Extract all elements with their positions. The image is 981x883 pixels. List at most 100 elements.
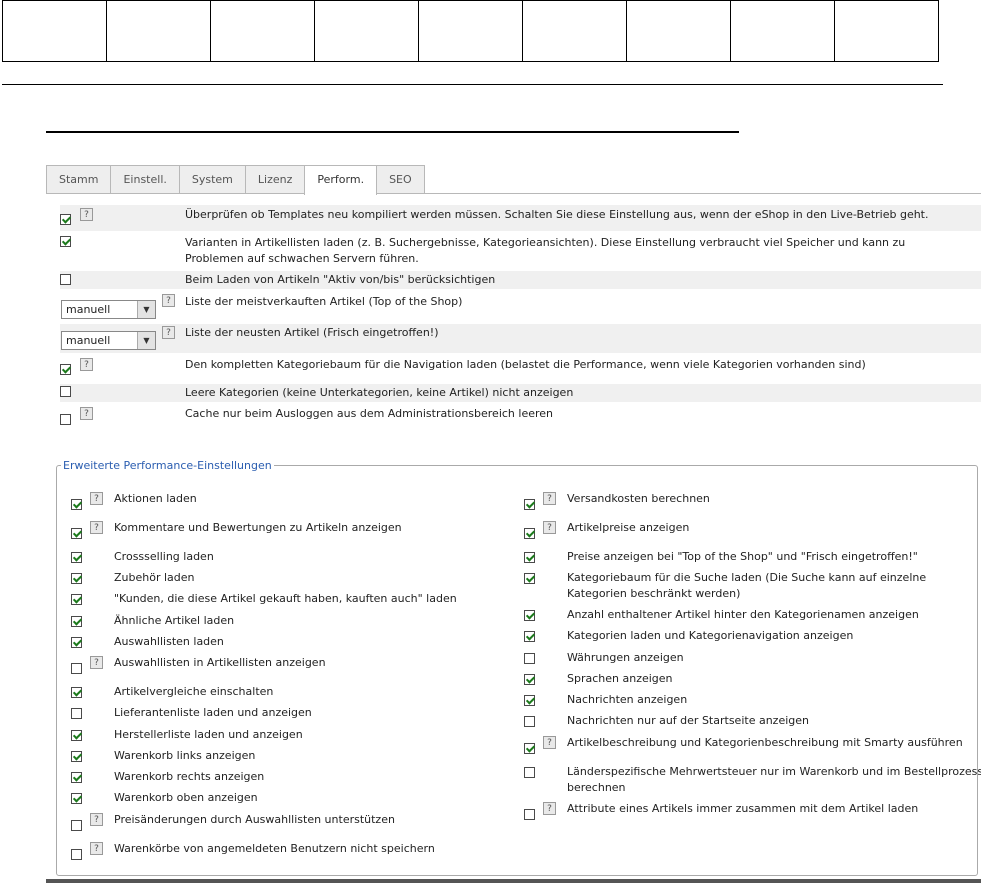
setting-label: Warenkorb oben anzeigen <box>114 791 258 804</box>
setting-row: Beim Laden von Artikeln "Aktiv von/bis" … <box>60 271 981 289</box>
setting-checkbox[interactable] <box>71 499 82 510</box>
setting-label: Sprachen anzeigen <box>567 672 673 685</box>
setting-label: Kategorien laden und Kategorienavigation… <box>567 629 854 642</box>
setting-checkbox[interactable] <box>71 528 82 539</box>
setting-checkbox[interactable] <box>524 767 535 778</box>
bottom-bar <box>46 879 981 883</box>
top-table <box>2 0 939 62</box>
setting-row: ? Den kompletten Kategoriebaum für die N… <box>60 356 981 381</box>
setting-checkbox[interactable] <box>71 573 82 584</box>
setting-label: Kategoriebaum für die Suche laden (Die S… <box>567 571 927 600</box>
setting-label: Warenkörbe von angemeldeten Benutzern ni… <box>114 842 435 855</box>
setting-label: Varianten in Artikellisten laden (z. B. … <box>185 236 906 265</box>
divider <box>2 84 943 85</box>
setting-label: Nachrichten nur auf der Startseite anzei… <box>567 714 809 727</box>
setting-checkbox[interactable] <box>71 616 82 627</box>
help-icon[interactable]: ? <box>162 294 175 307</box>
setting-label: Ähnliche Artikel laden <box>114 614 235 627</box>
setting-checkbox[interactable] <box>71 637 82 648</box>
setting-row: Leere Kategorien (keine Unterkategorien,… <box>60 384 981 402</box>
active-from-to-checkbox[interactable] <box>60 274 71 285</box>
chevron-down-icon: ▼ <box>137 301 155 318</box>
setting-row: manuell ▼ ? Liste der meistverkauften Ar… <box>60 293 981 322</box>
setting-checkbox[interactable] <box>71 552 82 563</box>
setting-checkbox[interactable] <box>524 610 535 621</box>
tab-perform[interactable]: Perform. <box>304 165 378 195</box>
help-icon[interactable]: ? <box>543 521 556 534</box>
setting-label: Länderspezifische Mehrwertsteuer nur im … <box>567 765 981 794</box>
setting-checkbox[interactable] <box>71 849 82 860</box>
setting-checkbox[interactable] <box>71 594 82 605</box>
setting-label: Artikelvergleiche einschalten <box>114 685 274 698</box>
setting-checkbox[interactable] <box>524 809 535 820</box>
top-of-shop-select[interactable]: manuell ▼ <box>61 300 156 319</box>
table-cell <box>523 1 627 61</box>
setting-label: Überprüfen ob Templates neu kompiliert w… <box>185 208 929 221</box>
tab-underline <box>46 193 981 194</box>
tab-system[interactable]: System <box>178 165 246 193</box>
newest-articles-select[interactable]: manuell ▼ <box>61 331 156 350</box>
setting-checkbox[interactable] <box>71 730 82 741</box>
setting-checkbox[interactable] <box>71 820 82 831</box>
tab-seo[interactable]: SEO <box>376 165 425 193</box>
setting-checkbox[interactable] <box>71 663 82 674</box>
setting-checkbox[interactable] <box>71 772 82 783</box>
setting-checkbox[interactable] <box>524 695 535 706</box>
setting-label: Herstellerliste laden und anzeigen <box>114 728 303 741</box>
divider <box>46 131 739 133</box>
setting-row: Varianten in Artikellisten laden (z. B. … <box>60 234 981 268</box>
setting-label: Auswahllisten in Artikellisten anzeigen <box>114 656 326 669</box>
select-value: manuell <box>66 303 111 316</box>
setting-label: Cache nur beim Ausloggen aus dem Adminis… <box>185 407 554 420</box>
setting-label: Liste der meistverkauften Artikel (Top o… <box>185 295 463 308</box>
setting-label: Artikelbeschreibung und Kategorienbeschr… <box>567 736 963 749</box>
setting-checkbox[interactable] <box>524 653 535 664</box>
category-tree-checkbox[interactable] <box>60 364 71 375</box>
setting-checkbox[interactable] <box>524 631 535 642</box>
help-icon[interactable]: ? <box>90 842 103 855</box>
table-cell <box>835 1 938 61</box>
setting-label: Den kompletten Kategoriebaum für die Nav… <box>185 358 866 371</box>
help-icon[interactable]: ? <box>90 521 103 534</box>
setting-checkbox[interactable] <box>524 743 535 754</box>
setting-checkbox[interactable] <box>524 716 535 727</box>
setting-checkbox[interactable] <box>524 674 535 685</box>
setting-row: ? Überprüfen ob Templates neu kompiliert… <box>60 205 981 231</box>
help-icon[interactable]: ? <box>90 656 103 669</box>
setting-checkbox[interactable] <box>524 528 535 539</box>
help-icon[interactable]: ? <box>543 736 556 749</box>
help-icon[interactable]: ? <box>90 813 103 826</box>
help-icon[interactable]: ? <box>80 407 93 420</box>
setting-label: Warenkorb rechts anzeigen <box>114 770 265 783</box>
tab-einstell[interactable]: Einstell. <box>110 165 180 193</box>
setting-checkbox[interactable] <box>71 793 82 804</box>
help-icon[interactable]: ? <box>80 208 93 221</box>
tab-stamm[interactable]: Stamm <box>46 165 112 193</box>
setting-checkbox[interactable] <box>71 751 82 762</box>
help-icon[interactable]: ? <box>543 492 556 505</box>
empty-categories-checkbox[interactable] <box>60 386 71 397</box>
variants-checkbox[interactable] <box>60 236 71 247</box>
setting-label: Kommentare und Bewertungen zu Artikeln a… <box>114 521 402 534</box>
setting-label: Währungen anzeigen <box>567 651 684 664</box>
setting-label: Nachrichten anzeigen <box>567 693 688 706</box>
setting-checkbox[interactable] <box>524 552 535 563</box>
setting-checkbox[interactable] <box>524 499 535 510</box>
setting-label: "Kunden, die diese Artikel gekauft haben… <box>114 592 457 605</box>
help-icon[interactable]: ? <box>80 358 93 371</box>
setting-checkbox[interactable] <box>524 573 535 584</box>
fieldset-legend: Erweiterte Performance-Einstellungen <box>63 459 272 472</box>
table-cell <box>731 1 835 61</box>
template-compile-checkbox[interactable] <box>60 214 71 225</box>
help-icon[interactable]: ? <box>543 802 556 815</box>
tab-lizenz[interactable]: Lizenz <box>244 165 306 193</box>
help-icon[interactable]: ? <box>90 492 103 505</box>
setting-label: Artikelpreise anzeigen <box>567 521 690 534</box>
setting-label: Liste der neusten Artikel (Frisch einget… <box>185 326 439 339</box>
setting-label: Auswahllisten laden <box>114 635 224 648</box>
table-cell <box>211 1 315 61</box>
setting-checkbox[interactable] <box>71 708 82 719</box>
help-icon[interactable]: ? <box>162 326 175 339</box>
setting-checkbox[interactable] <box>71 687 82 698</box>
cache-clear-checkbox[interactable] <box>60 414 71 425</box>
